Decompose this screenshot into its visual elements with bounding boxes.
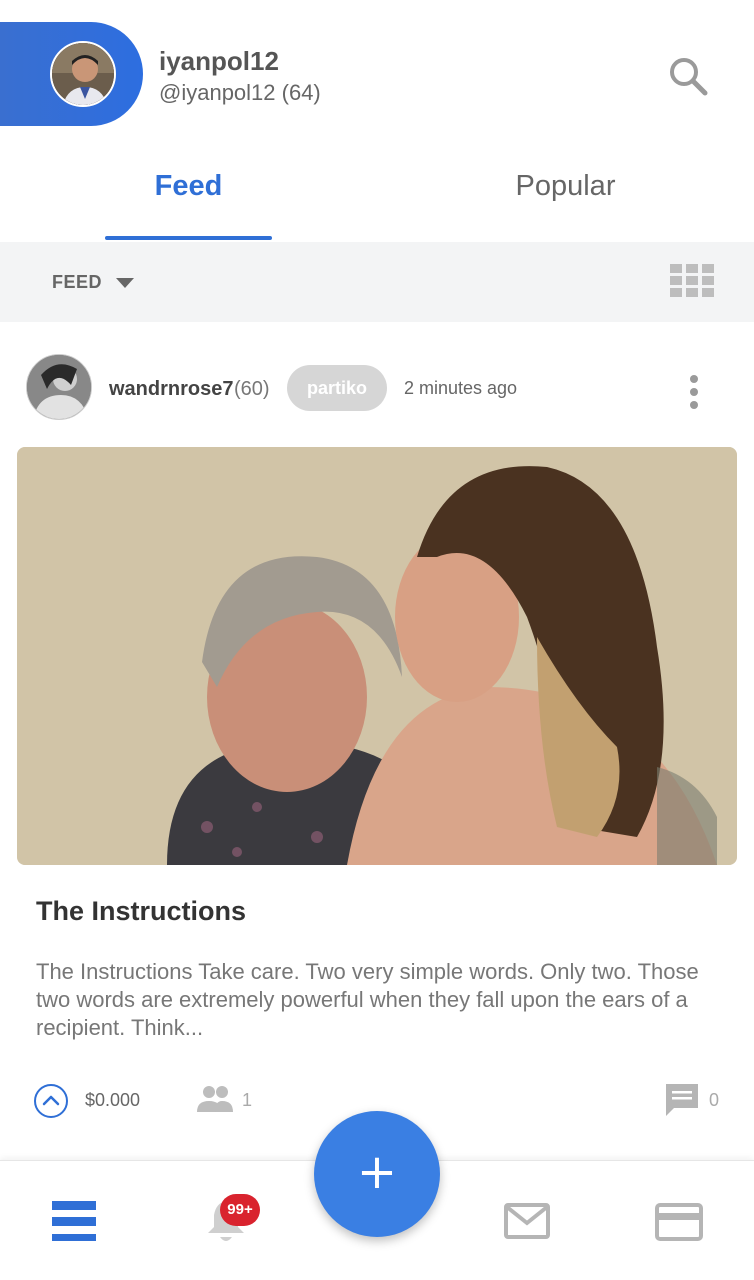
grid-view-icon[interactable] (670, 264, 714, 298)
wallet-card-icon[interactable] (655, 1203, 703, 1246)
create-post-button[interactable]: + (314, 1111, 440, 1237)
voters-count: 1 (242, 1090, 253, 1110)
post-payout[interactable]: $0.000 (85, 1090, 140, 1111)
more-vert-icon[interactable] (684, 374, 704, 410)
post-author-avatar[interactable] (26, 354, 92, 420)
active-tab-indicator (105, 236, 272, 240)
post-author-name[interactable]: wandrnrose7 (109, 378, 233, 401)
post-author-reputation: (60) (234, 378, 270, 400)
user-handle: @iyanpol12 (64) (159, 80, 321, 105)
tab-feed[interactable]: Feed (0, 170, 377, 203)
feed-list-icon[interactable] (52, 1201, 96, 1248)
filter-bar: FEED (0, 242, 754, 322)
chevron-down-icon[interactable] (116, 278, 134, 288)
post-image[interactable] (17, 447, 737, 865)
tab-bar: Feed Popular (0, 150, 754, 242)
post-excerpt[interactable]: The Instructions Take care. Two very sim… (36, 958, 726, 1042)
user-avatar[interactable] (50, 41, 116, 107)
search-icon[interactable] (664, 52, 712, 100)
app-header: iyanpol12 @iyanpol12 (64) (0, 0, 754, 150)
comment-count: 0 (709, 1090, 720, 1110)
plus-icon: + (356, 1144, 398, 1200)
mail-icon[interactable] (504, 1203, 550, 1244)
notifications-badge: 99+ (220, 1194, 260, 1226)
post-tag[interactable]: partiko (287, 365, 387, 411)
post-title[interactable]: The Instructions (36, 896, 246, 927)
user-name: iyanpol12 (159, 46, 279, 76)
comment-icon[interactable] (664, 1082, 700, 1118)
voters-icon[interactable] (195, 1084, 235, 1114)
upvote-button[interactable] (34, 1084, 68, 1118)
post-timestamp: 2 minutes ago (404, 378, 518, 398)
profile-pill[interactable] (0, 22, 143, 126)
tab-popular[interactable]: Popular (377, 170, 754, 203)
feed-filter-label[interactable]: FEED (52, 272, 102, 293)
